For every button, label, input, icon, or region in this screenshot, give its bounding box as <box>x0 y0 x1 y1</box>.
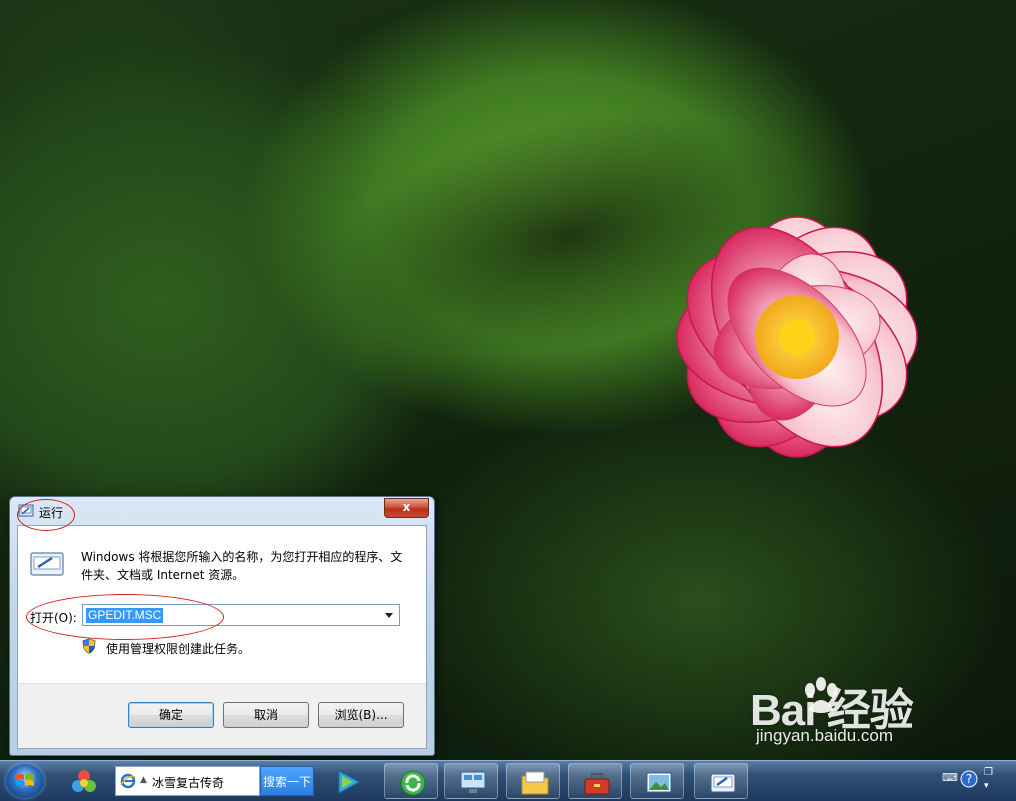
taskbar-file-explorer[interactable] <box>506 763 560 799</box>
taskbar-media-player[interactable] <box>320 763 374 799</box>
search-query[interactable]: 冰雪复古传奇 <box>152 774 224 791</box>
dialog-body: Windows 将根据您所输入的名称，为您打开相应的程序、文件夹、文档或 Int… <box>17 525 427 749</box>
run-dialog: 运行 x Windows 将根据您所输入的名称，为您打开相应的程序、文件夹、文档… <box>9 496 435 756</box>
dropdown-arrow-icon[interactable] <box>381 607 397 623</box>
windows-logo-icon <box>16 774 34 786</box>
admin-privilege-note: 使用管理权限创建此任务。 <box>106 642 251 656</box>
watermark-url: jingyan.baidu.com <box>756 726 894 745</box>
open-combobox[interactable]: GPEDIT.MSC <box>82 604 400 626</box>
dialog-title: 运行 <box>39 506 64 520</box>
caret-up-icon: ▲ <box>140 775 147 785</box>
run-program-icon <box>30 552 64 576</box>
keyboard-icon[interactable]: ⌨ <box>942 771 958 784</box>
run-window-icon <box>18 504 34 517</box>
cancel-button[interactable]: 取消 <box>223 702 309 728</box>
taskbar-browser[interactable] <box>384 763 438 799</box>
system-tray: ⌨ ? ❐ ▾ <box>940 761 1016 801</box>
dialog-description: Windows 将根据您所输入的名称，为您打开相应的程序、文件夹、文档或 Int… <box>81 550 403 582</box>
uac-shield-icon <box>82 638 96 654</box>
taskbar-photo-viewer[interactable] <box>630 763 684 799</box>
ok-button[interactable]: 确定 <box>128 702 214 728</box>
taskbar-run-window[interactable] <box>694 763 748 799</box>
taskbar-search-box[interactable]: ▲ 冰雪复古传奇 <box>115 766 260 796</box>
tray-chevron-icon[interactable]: ▾ <box>984 781 989 791</box>
toolbox-icon <box>584 773 610 795</box>
run-window-icon <box>710 773 736 793</box>
ie-icon <box>120 773 136 789</box>
file-explorer-icon <box>521 771 549 795</box>
start-button[interactable] <box>6 764 44 798</box>
open-input-value[interactable]: GPEDIT.MSC <box>86 608 164 623</box>
taskbar-remote-desktop[interactable] <box>444 763 498 799</box>
photo-viewer-icon <box>646 772 672 793</box>
close-button[interactable]: x <box>384 498 429 518</box>
close-icon: x <box>402 500 411 514</box>
svg-text:?: ? <box>966 772 972 786</box>
refresh-browser-icon <box>400 770 426 796</box>
open-label: 打开(O): <box>30 611 77 625</box>
taskbar: ▲ 冰雪复古传奇 搜索一下 ⌨ ? ❐ ▾ <box>0 760 1016 801</box>
taskbar-toolbox[interactable] <box>568 763 622 799</box>
baidu-watermark: Bai 经验 jingyan.baidu.com <box>742 672 1002 754</box>
browse-button[interactable]: 浏览(B)... <box>318 702 404 728</box>
lotus-flower-image <box>676 216 918 458</box>
remote-desktop-icon <box>460 771 486 793</box>
search-button[interactable]: 搜索一下 <box>260 766 314 796</box>
help-icon[interactable]: ? <box>960 770 978 788</box>
restore-icon[interactable]: ❐ <box>984 767 993 778</box>
taskbar-paint-palette[interactable] <box>56 763 110 799</box>
baidu-paw-icon <box>805 677 837 713</box>
dialog-titlebar[interactable]: 运行 x <box>10 497 434 525</box>
media-player-icon <box>338 770 361 794</box>
paint-palette-icon <box>72 770 96 792</box>
